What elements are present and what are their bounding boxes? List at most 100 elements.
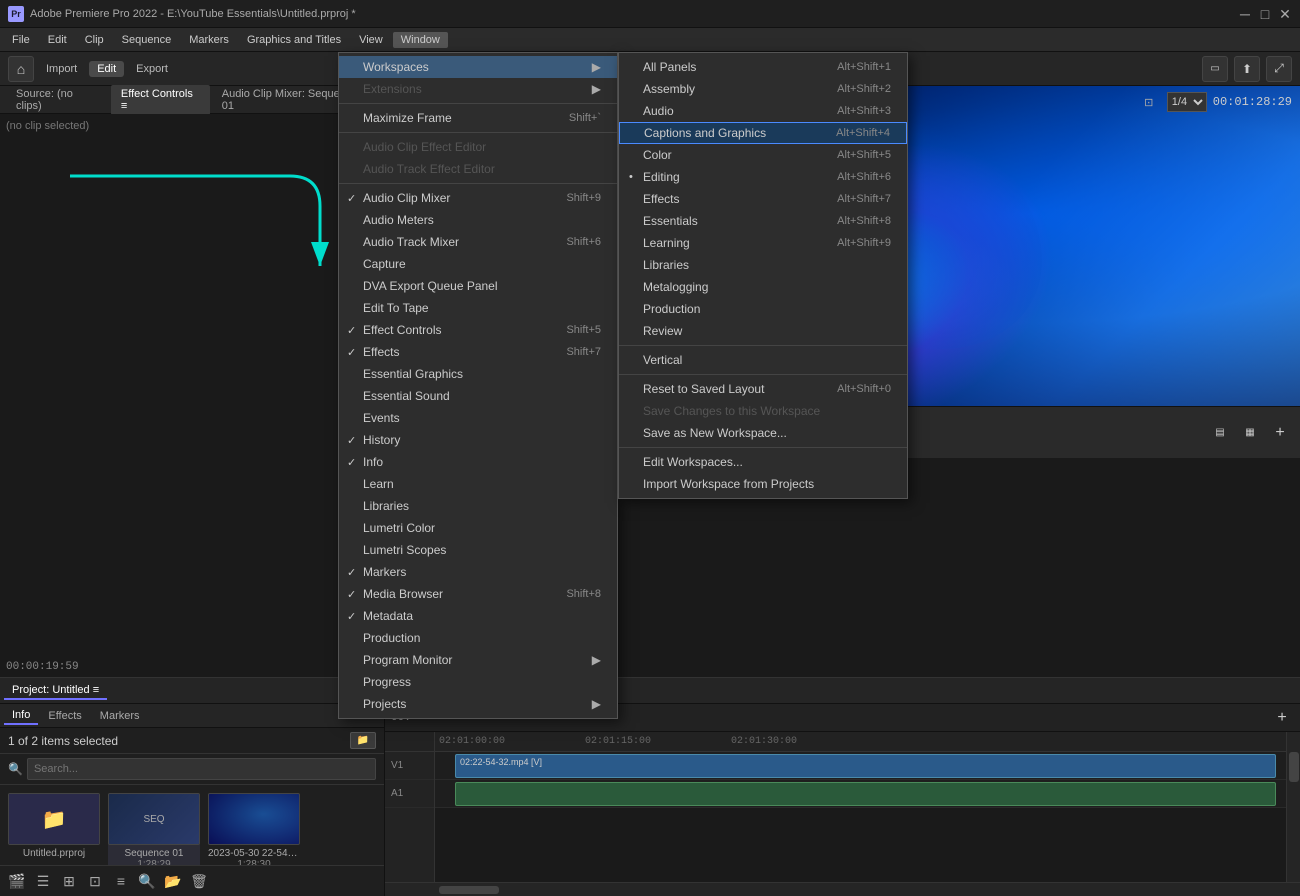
overwrite-button[interactable]: ▦ [1238,421,1262,445]
progress-item[interactable]: Progress [339,671,617,693]
effects-item[interactable]: ✓ Effects Shift+7 [339,341,617,363]
new-bin-button[interactable]: 📁 [350,732,376,749]
edit-to-tape-item[interactable]: Edit To Tape [339,297,617,319]
list-item[interactable]: SEQ Sequence 01 1:28:29 [108,793,200,865]
program-monitor-item[interactable]: Program Monitor ▶ [339,649,617,671]
find-button[interactable]: 🔍 [136,870,158,892]
export-button[interactable]: Export [128,61,176,77]
audio-clip-mixer-item[interactable]: ✓ Audio Clip Mixer Shift+9 [339,187,617,209]
markers-item[interactable]: ✓ Markers [339,561,617,583]
new-item-button[interactable]: 🎬 [6,870,28,892]
edit-workspaces-item[interactable]: Edit Workspaces... [619,451,907,473]
v1-track-row[interactable]: 02:22-54-32.mp4 [V] [435,752,1286,780]
delete-button[interactable]: 🗑 [188,870,210,892]
menu-window[interactable]: Window [393,32,448,48]
project-panel: Project: Untitled ≡ >> Info Effects Mark… [0,677,385,896]
new-bin-button-2[interactable]: 📂 [162,870,184,892]
color-workspace-item[interactable]: Color Alt+Shift+5 [619,144,907,166]
icon-view-button[interactable]: ⊞ [58,870,80,892]
captions-graphics-workspace-item[interactable]: Captions and Graphics Alt+Shift+4 [619,122,907,144]
sort-button[interactable]: ≡ [110,870,132,892]
capture-item[interactable]: Capture [339,253,617,275]
lumetri-scopes-item[interactable]: Lumetri Scopes [339,539,617,561]
zoom-select[interactable]: 1/41/2Full [1167,92,1207,112]
insert-button[interactable]: ▤ [1208,421,1232,445]
import-button[interactable]: Import [38,61,85,77]
events-item[interactable]: Events [339,407,617,429]
project-search-input[interactable] [27,758,376,780]
menu-edit[interactable]: Edit [40,32,75,48]
reset-layout-item[interactable]: Reset to Saved Layout Alt+Shift+0 [619,378,907,400]
project-tab-project[interactable]: Project: Untitled ≡ [4,682,107,700]
effects-workspace-item[interactable]: Effects Alt+Shift+7 [619,188,907,210]
menu-markers[interactable]: Markers [181,32,237,48]
minimize-button[interactable]: ─ [1238,7,1252,21]
scrollbar-thumb-v[interactable] [1289,752,1299,782]
metadata-item[interactable]: ✓ Metadata [339,605,617,627]
all-panels-workspace-item[interactable]: All Panels Alt+Shift+1 [619,56,907,78]
effect-controls-tab[interactable]: Effect Controls ≡ [111,85,210,115]
video-clip[interactable]: 02:22-54-32.mp4 [V] [455,754,1276,778]
freeform-view-button[interactable]: ⊡ [84,870,106,892]
menu-view[interactable]: View [351,32,391,48]
menu-file[interactable]: File [4,32,38,48]
audio-track-mixer-item[interactable]: Audio Track Mixer Shift+6 [339,231,617,253]
save-new-workspace-item[interactable]: Save as New Workspace... [619,422,907,444]
add-track-button[interactable]: + [1270,706,1294,730]
project-info-tab[interactable]: Info [4,707,38,725]
project-effects-tab[interactable]: Effects [40,708,89,724]
libraries-item[interactable]: Libraries [339,495,617,517]
media-browser-item[interactable]: ✓ Media Browser Shift+8 [339,583,617,605]
audio-track-effect-editor-label: Audio Track Effect Editor [363,162,495,176]
a1-track-row[interactable] [435,780,1286,808]
project-markers-tab[interactable]: Markers [92,708,148,724]
audio-meters-item[interactable]: Audio Meters [339,209,617,231]
source-tab[interactable]: Source: (no clips) [6,85,109,115]
libraries-workspace-item[interactable]: Libraries [619,254,907,276]
maximize-frame-item[interactable]: Maximize Frame Shift+` [339,107,617,129]
editing-workspace-item[interactable]: • Editing Alt+Shift+6 [619,166,907,188]
maximize-button[interactable]: □ [1258,7,1272,21]
effect-controls-item[interactable]: ✓ Effect Controls Shift+5 [339,319,617,341]
menu-sequence[interactable]: Sequence [114,32,180,48]
list-view-button[interactable]: ☰ [32,870,54,892]
list-item[interactable]: 📁 Untitled.prproj [8,793,100,865]
upload-button[interactable]: ⬆ [1234,56,1260,82]
import-workspace-item[interactable]: Import Workspace from Projects [619,473,907,495]
essential-graphics-item[interactable]: Essential Graphics [339,363,617,385]
workspaces-menu-item[interactable]: Workspaces ▶ [339,56,617,78]
titlebar-controls[interactable]: ─ □ ✕ [1238,7,1292,21]
timeline-scrollbar-right[interactable] [1286,732,1300,882]
dva-export-item[interactable]: DVA Export Queue Panel [339,275,617,297]
projects-item[interactable]: Projects ▶ [339,693,617,715]
workspaces-submenu[interactable]: All Panels Alt+Shift+1 Assembly Alt+Shif… [618,52,908,499]
audio-workspace-item[interactable]: Audio Alt+Shift+3 [619,100,907,122]
safe-margins-button[interactable]: ⊡ [1137,90,1161,114]
timeline-scrollbar-bottom[interactable] [385,882,1300,896]
learning-workspace-item[interactable]: Learning Alt+Shift+9 [619,232,907,254]
toggle-panels-button[interactable]: ▭ [1202,56,1228,82]
lumetri-color-item[interactable]: Lumetri Color [339,517,617,539]
audio-clip[interactable] [455,782,1276,806]
essentials-workspace-item[interactable]: Essentials Alt+Shift+8 [619,210,907,232]
production-workspace-item[interactable]: Production [619,298,907,320]
menu-graphics-titles[interactable]: Graphics and Titles [239,32,349,48]
info-item[interactable]: ✓ Info [339,451,617,473]
close-button[interactable]: ✕ [1278,7,1292,21]
window-menu-dropdown[interactable]: Workspaces ▶ Extensions ▶ Maximize Frame… [338,52,618,719]
metalogging-workspace-item[interactable]: Metalogging [619,276,907,298]
list-item[interactable]: 2023-05-30 22-54-32... 1:28:30 [208,793,300,865]
learn-item[interactable]: Learn [339,473,617,495]
fullscreen-button[interactable]: ⤢ [1266,56,1292,82]
add-button[interactable]: + [1268,421,1292,445]
review-workspace-item[interactable]: Review [619,320,907,342]
history-item[interactable]: ✓ History [339,429,617,451]
edit-button[interactable]: Edit [89,61,124,77]
scrollbar-thumb-h[interactable] [439,886,499,894]
essential-sound-item[interactable]: Essential Sound [339,385,617,407]
assembly-workspace-item[interactable]: Assembly Alt+Shift+2 [619,78,907,100]
home-button[interactable]: ⌂ [8,56,34,82]
menu-clip[interactable]: Clip [77,32,112,48]
vertical-workspace-item[interactable]: Vertical [619,349,907,371]
production-item[interactable]: Production [339,627,617,649]
